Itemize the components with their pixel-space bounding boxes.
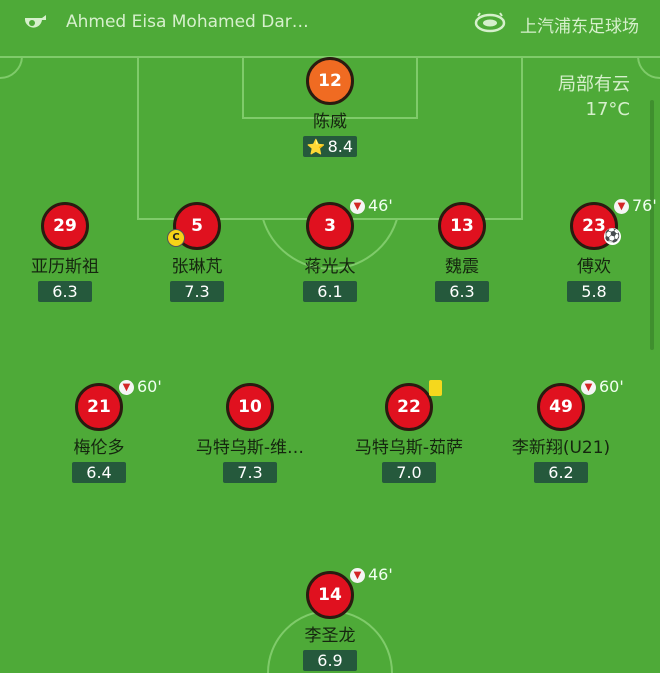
player-name: 亚历斯祖 bbox=[31, 257, 99, 277]
player-name: 陈威 bbox=[313, 112, 347, 132]
player-defender-3[interactable]: 3 ▼ 46' 蒋光太 6.1 bbox=[265, 196, 395, 302]
sub-out-icon: ▼ bbox=[614, 199, 629, 214]
player-defender-23[interactable]: 23 ⚽ ▼ 76' 傅欢 5.8 bbox=[529, 196, 659, 302]
player-number-badge: 5 C bbox=[167, 202, 221, 250]
player-name: 张琳芃 bbox=[171, 257, 223, 277]
player-rating: 7.3 bbox=[170, 281, 224, 302]
player-number-badge: 22 bbox=[385, 383, 433, 431]
player-rating: 7.3 bbox=[223, 462, 277, 483]
player-defender-13[interactable]: 13 魏震 6.3 bbox=[397, 202, 527, 302]
star-icon: ⭐ bbox=[306, 138, 326, 156]
player-number-badge: 10 bbox=[226, 383, 274, 431]
whistle-icon bbox=[24, 15, 46, 28]
referee-name: Ahmed Eisa Mohamed Dar… bbox=[66, 12, 309, 32]
player-goalkeeper[interactable]: 12 陈威 ⭐ 8.4 bbox=[265, 57, 395, 157]
player-number-badge: 3 bbox=[306, 202, 354, 250]
player-rating: 6.9 bbox=[303, 650, 357, 671]
player-number-badge: 12 bbox=[306, 57, 354, 105]
stadium-icon bbox=[474, 12, 506, 33]
player-name: 魏震 bbox=[445, 257, 479, 277]
substitution-indicator: ▼ 60' bbox=[581, 377, 624, 396]
player-name: 李圣龙 bbox=[304, 626, 356, 646]
substitution-indicator: ▼ 76' bbox=[614, 196, 657, 215]
yellow-card-icon bbox=[429, 380, 442, 396]
weather-temperature: 17°C bbox=[585, 99, 630, 120]
weather-condition: 局部有云 bbox=[558, 74, 630, 95]
player-rating: 6.1 bbox=[303, 281, 357, 302]
sub-out-icon: ▼ bbox=[119, 380, 134, 395]
player-number-badge: 23 ⚽ bbox=[570, 202, 621, 250]
player-rating: ⭐ 8.4 bbox=[302, 136, 358, 157]
match-info-bar: Ahmed Eisa Mohamed Dar… 上汽浦东足球场 bbox=[0, 0, 660, 46]
player-number-badge: 13 bbox=[438, 202, 486, 250]
substitution-indicator: ▼ 46' bbox=[350, 196, 393, 215]
player-name: 李新翔(U21) bbox=[511, 438, 611, 458]
player-number-badge: 49 bbox=[537, 383, 585, 431]
player-defender-5[interactable]: 5 C 张琳芃 7.3 bbox=[132, 202, 262, 302]
player-number-badge: 14 bbox=[306, 571, 354, 619]
player-defender-29[interactable]: 29 亚历斯祖 6.3 bbox=[0, 202, 130, 302]
player-number-badge: 21 bbox=[75, 383, 123, 431]
sub-out-icon: ▼ bbox=[581, 380, 596, 395]
player-forward-14[interactable]: 14 ▼ 46' 李圣龙 6.9 bbox=[265, 565, 395, 671]
player-rating: 5.8 bbox=[567, 281, 621, 302]
player-midfielder-22[interactable]: 22 马特乌斯-茹萨 7.0 bbox=[344, 380, 474, 483]
football-icon: ⚽ bbox=[604, 228, 621, 245]
player-name: 马特乌斯-茹萨 bbox=[354, 438, 464, 458]
player-name: 傅欢 bbox=[577, 257, 611, 277]
lineup-pitch: Ahmed Eisa Mohamed Dar… 上汽浦东足球场 局部有云 17°… bbox=[0, 0, 660, 673]
substitution-indicator: ▼ 46' bbox=[350, 565, 393, 584]
substitution-indicator: ▼ 60' bbox=[119, 377, 162, 396]
player-rating: 6.3 bbox=[435, 281, 489, 302]
player-number-badge: 29 bbox=[41, 202, 89, 250]
player-name: 蒋光太 bbox=[304, 257, 356, 277]
sub-out-icon: ▼ bbox=[350, 568, 365, 583]
player-rating: 7.0 bbox=[382, 462, 436, 483]
player-rating: 6.4 bbox=[72, 462, 126, 483]
player-rating: 6.3 bbox=[38, 281, 92, 302]
player-midfielder-21[interactable]: 21 ▼ 60' 梅伦多 6.4 bbox=[34, 377, 164, 483]
captain-icon: C bbox=[167, 229, 185, 247]
player-name: 马特乌斯-维… bbox=[195, 438, 305, 458]
stadium-name: 上汽浦东足球场 bbox=[520, 17, 639, 37]
weather-info: 局部有云 17°C bbox=[558, 72, 630, 122]
sub-out-icon: ▼ bbox=[350, 199, 365, 214]
player-midfielder-49[interactable]: 49 ▼ 60' 李新翔(U21) 6.2 bbox=[496, 377, 626, 483]
player-midfielder-10[interactable]: 10 马特乌斯-维… 7.3 bbox=[185, 383, 315, 483]
player-name: 梅伦多 bbox=[73, 438, 125, 458]
player-rating: 6.2 bbox=[534, 462, 588, 483]
